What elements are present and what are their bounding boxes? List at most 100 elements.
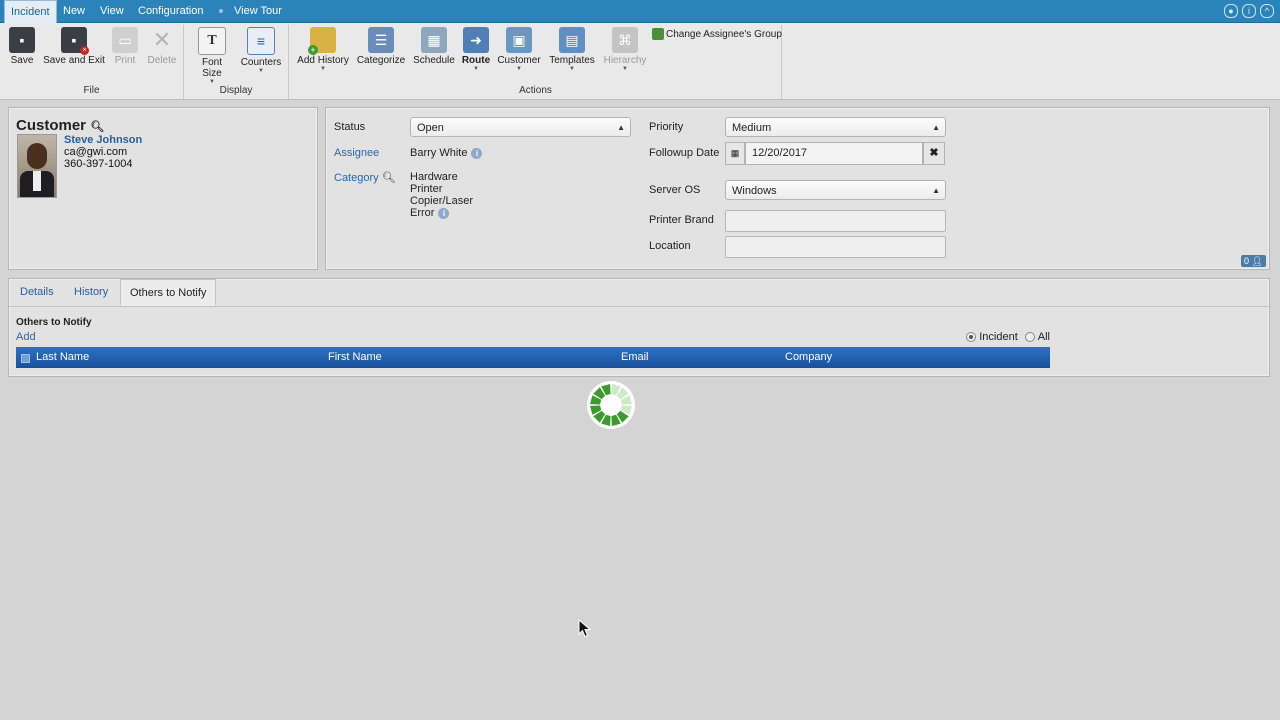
- add-history-label: Add History: [297, 55, 349, 66]
- followup-date-field: ▦ 12/20/2017 ✖: [725, 142, 946, 165]
- save-button[interactable]: ▪ Save: [8, 27, 36, 66]
- chevron-down-icon: ▼: [516, 66, 522, 72]
- calendar-icon[interactable]: ▦: [725, 142, 745, 165]
- templates-label: Templates: [549, 55, 595, 66]
- hierarchy-icon: ⌘: [612, 27, 638, 53]
- change-assignee-group-label: Change Assignee's Group: [666, 28, 782, 40]
- customer-phone: 360-397-1004: [64, 158, 133, 170]
- category-level-1: Hardware: [410, 171, 458, 183]
- printer-brand-label: Printer Brand: [649, 214, 714, 226]
- ribbon-group-file: ▪ Save ▪ × Save and Exit ▭ Print ✕ Delete…: [0, 25, 184, 99]
- info-icon[interactable]: i: [1242, 4, 1256, 18]
- updown-icon: ▲: [617, 123, 625, 132]
- priority-select[interactable]: Medium ▲: [725, 117, 946, 137]
- menu-view-tour[interactable]: View Tour: [234, 0, 282, 22]
- collapse-icon[interactable]: ^: [1260, 4, 1274, 18]
- templates-button[interactable]: ▤ Templates ▼: [548, 27, 596, 72]
- ribbon-group-display: T Font Size ▼ ≡ Counters ▼ Display: [184, 25, 289, 99]
- clear-date-icon[interactable]: ✖: [923, 142, 945, 165]
- people-icon: 👤︎: [1251, 256, 1263, 266]
- column-email[interactable]: Email: [621, 347, 649, 368]
- category-path: Hardware Printer Copier/Laser Error i: [410, 171, 473, 219]
- route-label: Route: [461, 55, 491, 66]
- ribbon-toolbar: ▪ Save ▪ × Save and Exit ▭ Print ✕ Delete…: [0, 23, 1280, 100]
- counter-badge[interactable]: 0 👤︎: [1241, 255, 1266, 267]
- categorize-button[interactable]: ☰ Categorize: [356, 27, 406, 66]
- counters-label: Counters: [240, 57, 282, 68]
- location-input[interactable]: [725, 236, 946, 258]
- info-icon[interactable]: i: [438, 207, 450, 219]
- category-level-2: Printer: [410, 183, 443, 195]
- menu-view[interactable]: View: [100, 0, 124, 22]
- customer-email: ca@gwi.com: [64, 146, 128, 158]
- hierarchy-button[interactable]: ⌘ Hierarchy ▼: [602, 27, 648, 72]
- ribbon-group-title-display: Display: [219, 85, 253, 96]
- column-last-name[interactable]: Last Name: [36, 347, 89, 368]
- add-history-button[interactable]: + Add History ▼: [296, 27, 350, 72]
- ribbon-group-title-actions: Actions: [519, 85, 552, 96]
- server-os-select[interactable]: Windows ▲: [725, 180, 946, 200]
- followup-date-input[interactable]: 12/20/2017: [745, 142, 923, 165]
- customer-button[interactable]: ▣ Customer ▼: [496, 27, 542, 72]
- menu-configuration[interactable]: Configuration: [138, 0, 203, 22]
- change-assignee-group-button[interactable]: Change Assignee's Group: [652, 28, 782, 40]
- category-label-text: Category: [334, 172, 379, 184]
- font-size-label: Font Size: [201, 57, 222, 79]
- tab-history[interactable]: History: [74, 279, 108, 306]
- customer-name[interactable]: Steve Johnson: [64, 134, 142, 146]
- status-select[interactable]: Open ▲: [410, 117, 631, 137]
- select-all-checkbox[interactable]: [21, 354, 30, 363]
- delete-x-icon: ✕: [152, 27, 172, 52]
- scope-radio-group: Incident All: [966, 331, 1050, 343]
- save-label: Save: [10, 55, 34, 66]
- customer-panel: Customer 🔍︎ Steve Johnson ca@gwi.com 360…: [8, 107, 318, 270]
- tab-strip: Details History Others to Notify: [9, 279, 1269, 307]
- assignee-label[interactable]: Assignee: [334, 147, 379, 159]
- server-os-label: Server OS: [649, 184, 701, 196]
- user-icon[interactable]: ●: [1224, 4, 1238, 18]
- route-button[interactable]: ➜ Route ▼: [460, 27, 492, 72]
- radio-incident-label: Incident: [979, 331, 1018, 343]
- print-button[interactable]: ▭ Print: [111, 27, 139, 66]
- chevron-down-icon: ▼: [622, 66, 628, 72]
- menu-incident[interactable]: Incident: [4, 0, 57, 24]
- print-label: Print: [114, 55, 136, 66]
- tab-others-to-notify[interactable]: Others to Notify: [120, 279, 217, 306]
- printer-icon: ▭: [112, 27, 138, 53]
- floppy-icon: ▪: [9, 27, 35, 53]
- assignee-value: Barry White i: [410, 147, 483, 159]
- customer-title-text: Customer: [16, 117, 87, 134]
- printer-brand-input[interactable]: [725, 210, 946, 232]
- category-label[interactable]: Category 🔍︎: [334, 171, 396, 184]
- menu-bar: Incident New View Configuration View Tou…: [0, 0, 1280, 24]
- location-label: Location: [649, 240, 691, 252]
- radio-all-label: All: [1037, 331, 1050, 343]
- radio-incident[interactable]: [966, 332, 977, 342]
- chevron-down-icon: ▼: [320, 66, 326, 72]
- add-link[interactable]: Add: [16, 331, 36, 343]
- info-icon[interactable]: i: [471, 147, 483, 159]
- column-company[interactable]: Company: [785, 347, 832, 368]
- schedule-button[interactable]: ▦ Schedule: [412, 27, 456, 66]
- updown-icon: ▲: [932, 186, 940, 195]
- radio-all[interactable]: [1024, 332, 1035, 342]
- counters-button[interactable]: ≡ Counters ▼: [240, 27, 282, 74]
- search-icon[interactable]: 🔍︎: [90, 121, 104, 133]
- avatar: [17, 134, 57, 198]
- font-size-button[interactable]: T Font Size ▼: [191, 27, 233, 85]
- column-first-name[interactable]: First Name: [328, 347, 382, 368]
- followup-label: Followup Date: [649, 147, 720, 159]
- status-label: Status: [334, 121, 366, 133]
- save-and-exit-button[interactable]: ▪ × Save and Exit: [43, 27, 105, 66]
- category-level-3: Copier/Laser: [410, 195, 473, 207]
- tabs-panel: Details History Others to Notify Others …: [8, 278, 1270, 377]
- route-icon: ➜: [463, 27, 489, 53]
- tab-details[interactable]: Details: [20, 279, 54, 306]
- delete-button[interactable]: ✕ Delete: [147, 27, 177, 66]
- search-icon[interactable]: 🔍︎: [382, 172, 396, 184]
- menu-new[interactable]: New: [63, 0, 85, 22]
- tour-icon: [219, 9, 223, 13]
- delete-label: Delete: [147, 55, 177, 66]
- chevron-down-icon: ▼: [569, 66, 575, 72]
- counters-icon: ≡: [247, 27, 275, 55]
